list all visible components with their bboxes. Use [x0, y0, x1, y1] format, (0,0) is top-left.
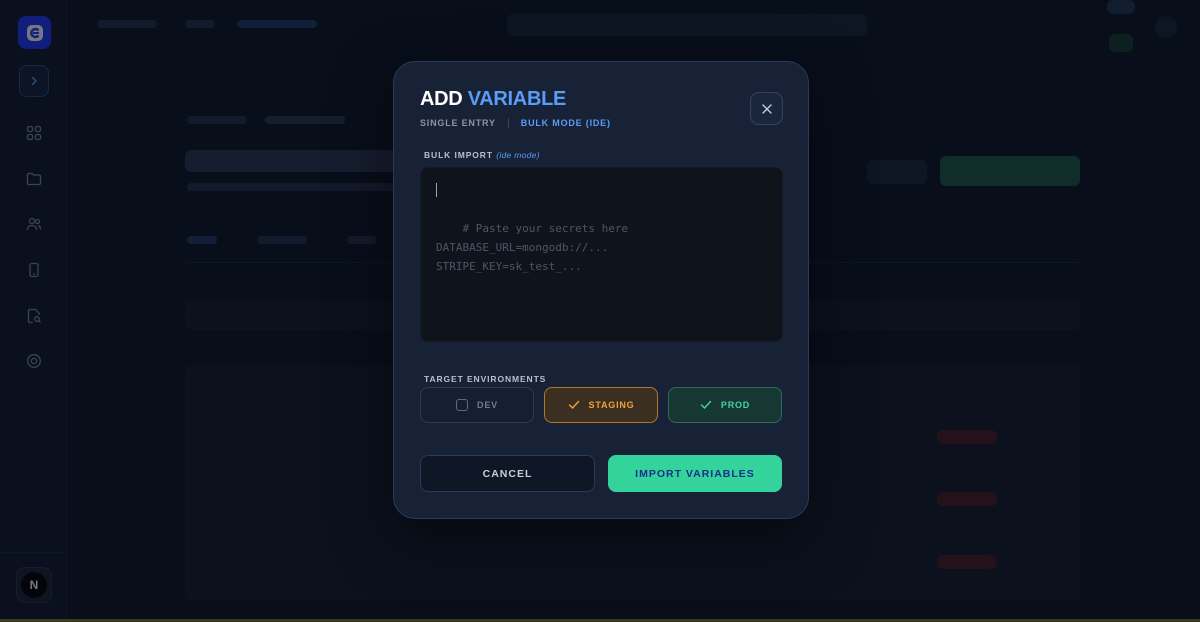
env-option-label: PROD	[720, 400, 751, 410]
tab-single-entry[interactable]: SINGLE ENTRY	[420, 118, 496, 128]
bulk-import-placeholder: # Paste your secrets here DATABASE_URL=m…	[436, 222, 629, 273]
environment-options: DEV STAGING PROD	[420, 387, 782, 423]
env-option-label: DEV	[477, 400, 498, 410]
cancel-button[interactable]: CANCEL	[420, 455, 595, 492]
target-environments-label: TARGET ENVIRONMENTS	[424, 374, 547, 384]
env-option-staging[interactable]: STAGING	[544, 387, 658, 423]
mode-tabs: SINGLE ENTRY BULK MODE (IDE)	[420, 118, 611, 128]
check-icon	[700, 400, 712, 410]
close-button[interactable]	[750, 92, 783, 125]
env-option-dev[interactable]: DEV	[420, 387, 534, 423]
bulk-import-textarea[interactable]: # Paste your secrets here DATABASE_URL=m…	[420, 167, 783, 342]
bulk-import-hint: (ide mode)	[496, 150, 540, 160]
modal-title-prefix: ADD	[420, 88, 463, 110]
import-variables-button[interactable]: IMPORT VARIABLES	[608, 455, 782, 492]
env-option-prod[interactable]: PROD	[668, 387, 782, 423]
tab-bulk-mode[interactable]: BULK MODE (IDE)	[521, 118, 611, 128]
checkbox-empty-icon	[456, 399, 469, 411]
add-variable-modal: ADD VARIABLE SINGLE ENTRY BULK MODE (IDE…	[393, 61, 809, 519]
check-icon	[568, 400, 579, 410]
text-caret	[436, 183, 437, 197]
bulk-import-label-text: BULK IMPORT	[424, 150, 493, 160]
modal-footer: CANCEL IMPORT VARIABLES	[420, 455, 782, 492]
modal-title: ADD VARIABLE	[420, 88, 566, 111]
env-option-label: STAGING	[588, 400, 635, 410]
bulk-import-label: BULK IMPORT (ide mode)	[424, 150, 540, 160]
modal-title-accent: VARIABLE	[467, 88, 567, 110]
close-icon	[761, 103, 772, 114]
tab-separator	[507, 118, 509, 128]
